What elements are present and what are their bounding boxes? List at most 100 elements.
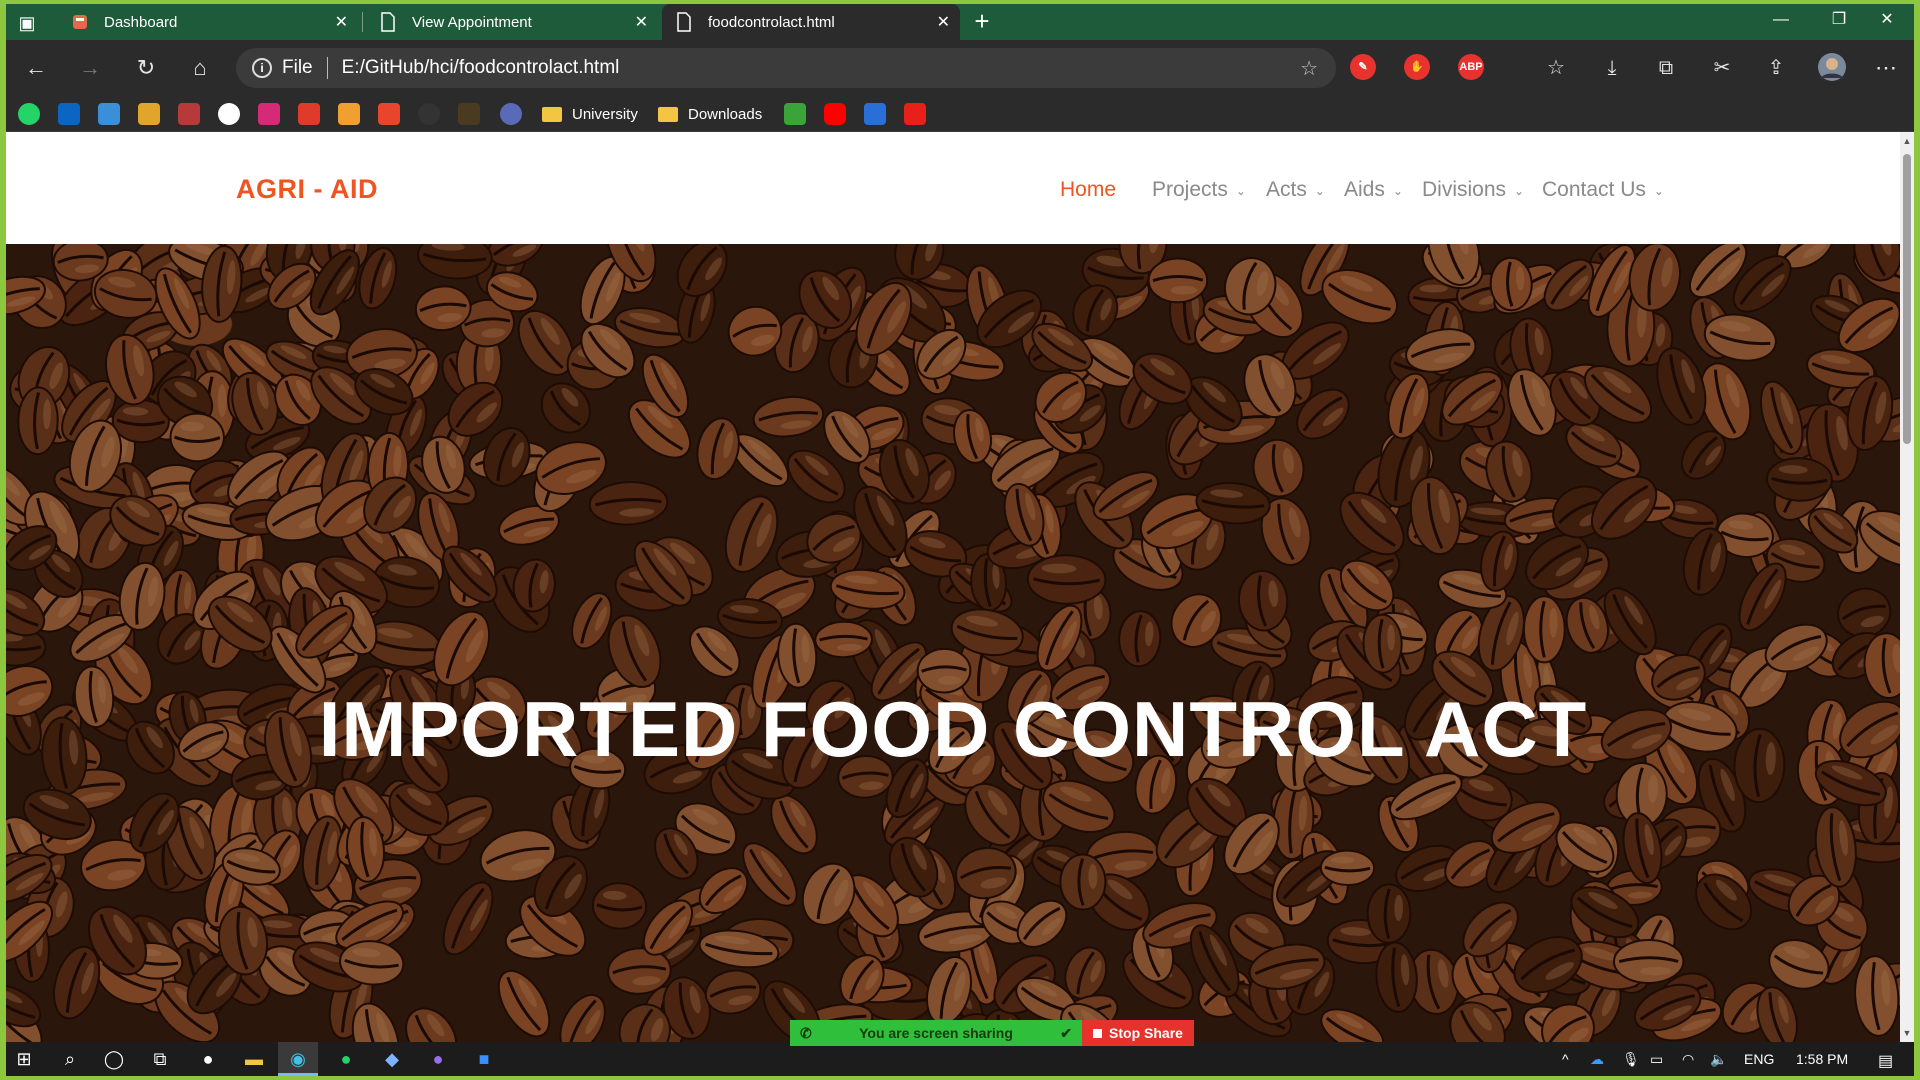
stop-share-button[interactable]: Stop Share — [1082, 1020, 1194, 1046]
info-icon[interactable]: i — [252, 58, 272, 78]
extension-hand-icon[interactable]: ✋ — [1404, 54, 1430, 80]
address-bar[interactable]: i File E:/GitHub/hci/foodcontrolact.html… — [236, 48, 1336, 88]
address-scheme: File — [282, 57, 313, 78]
bookmark-logo-icon[interactable] — [178, 103, 200, 125]
tray-chevron-icon[interactable]: ^ — [1562, 1051, 1569, 1067]
screen-share-status: ✆ You are screen sharing ✔ — [790, 1020, 1082, 1046]
stop-share-label: Stop Share — [1109, 1025, 1183, 1041]
battery-icon[interactable]: ▭ — [1650, 1051, 1663, 1068]
favorites-icon[interactable]: ☆ — [1540, 52, 1572, 84]
instagram-icon[interactable] — [258, 103, 280, 125]
browser-toolbar: ← → ↻ ⌂ i File E:/GitHub/hci/foodcontrol… — [6, 40, 1914, 96]
web-capture-icon[interactable]: ✂ — [1706, 52, 1738, 84]
video-icon[interactable] — [98, 103, 120, 125]
bookmark-label: Downloads — [688, 105, 763, 123]
tab-foodcontrolact[interactable]: foodcontrolact.html ✕ — [662, 4, 960, 40]
tab-strip: ▣ Dashboard ✕ View Appointment ✕ foodcon… — [6, 4, 1914, 40]
language-indicator[interactable]: ENG — [1744, 1051, 1774, 1067]
chevron-down-icon: ⌄ — [1514, 184, 1525, 198]
restore-button[interactable]: ❐ — [1816, 4, 1862, 36]
close-tab-icon[interactable]: ✕ — [335, 12, 348, 32]
bookmark-f-icon[interactable] — [784, 103, 806, 125]
github-desktop-icon[interactable]: ● — [426, 1047, 450, 1071]
github-icon[interactable] — [218, 103, 240, 125]
windows-start-icon[interactable]: ⊞ — [12, 1047, 36, 1071]
add-favorite-icon[interactable]: ☆ — [1300, 56, 1318, 81]
clock[interactable]: 1:58 PM — [1796, 1051, 1848, 1067]
edge-icon[interactable]: ◉ — [286, 1047, 310, 1071]
page-scrollbar[interactable]: ▲ ▼ — [1900, 132, 1914, 1042]
scroll-thumb[interactable] — [1903, 154, 1911, 444]
nav-home[interactable]: Home — [1060, 178, 1116, 202]
bookmark-d-icon[interactable] — [338, 103, 360, 125]
extension-red-icon[interactable]: ✎ — [1350, 54, 1376, 80]
close-tab-icon[interactable]: ✕ — [937, 12, 950, 32]
nav-aids[interactable]: Aids ⌄ — [1344, 178, 1403, 202]
home-button[interactable]: ⌂ — [184, 52, 216, 84]
chevron-down-icon: ⌄ — [1235, 184, 1246, 198]
chevron-down-icon: ⌄ — [1392, 184, 1403, 198]
downloads-icon[interactable]: ⤓ — [1596, 52, 1628, 84]
task-view-icon[interactable]: ⧉ — [148, 1047, 172, 1071]
adblock-plus-icon[interactable]: ABP — [1458, 54, 1484, 80]
web-page: AGRI - AID Home Projects ⌄ Acts ⌄ Aids ⌄ Di… — [6, 132, 1900, 1042]
bookmark-folder-university[interactable]: University — [542, 102, 638, 126]
file-explorer-icon[interactable]: ▬ — [242, 1047, 266, 1071]
screen-share-bar: ✆ You are screen sharing ✔ Stop Share — [790, 1020, 1194, 1046]
3d-app-icon[interactable]: ◆ — [380, 1047, 404, 1071]
search-icon[interactable]: ⌕ — [58, 1047, 82, 1071]
bookmark-x-icon[interactable] — [864, 103, 886, 125]
nav-projects[interactable]: Projects ⌄ — [1152, 178, 1246, 202]
shield-favicon-icon — [70, 12, 90, 32]
coffee-beans-image — [6, 244, 1900, 1042]
hero-banner: IMPORTED FOOD CONTROL ACT — [6, 244, 1900, 1042]
forward-button[interactable]: → — [74, 52, 106, 84]
minimize-button[interactable]: — — [1758, 4, 1804, 36]
collections-icon[interactable]: ⧉ — [1650, 52, 1682, 84]
huawei-icon[interactable] — [298, 103, 320, 125]
whatsapp-icon[interactable] — [18, 103, 40, 125]
back-button[interactable]: ← — [20, 52, 52, 84]
app-icon[interactable]: ● — [196, 1047, 220, 1071]
volume-icon[interactable]: 🔈 — [1710, 1051, 1727, 1068]
tab-view-appointment[interactable]: View Appointment ✕ — [366, 4, 658, 40]
tab-actions-icon[interactable]: ▣ — [14, 10, 40, 36]
tab-dashboard[interactable]: Dashboard ✕ — [58, 4, 358, 40]
nav-label: Contact Us — [1542, 178, 1646, 201]
close-window-button[interactable]: ✕ — [1864, 4, 1910, 36]
site-logo[interactable]: AGRI - AID — [236, 174, 378, 205]
youtube-icon[interactable] — [824, 103, 846, 125]
more-menu-icon[interactable]: ⋯ — [1870, 52, 1902, 84]
wifi-icon[interactable]: ◠ — [1682, 1051, 1694, 1068]
tab-label: Dashboard — [104, 13, 178, 31]
notifications-icon[interactable]: ▤ — [1878, 1051, 1893, 1071]
zoom-icon[interactable]: ■ — [472, 1047, 496, 1071]
refresh-button[interactable]: ↻ — [130, 52, 162, 84]
address-url[interactable]: E:/GitHub/hci/foodcontrolact.html — [342, 57, 620, 79]
whatsapp-taskbar-icon[interactable]: ● — [334, 1047, 358, 1071]
new-tab-button[interactable]: + — [968, 8, 996, 36]
tab-divider — [362, 12, 363, 32]
nav-acts[interactable]: Acts ⌄ — [1266, 178, 1325, 202]
profile-avatar[interactable] — [1816, 52, 1848, 84]
page-icon — [674, 12, 694, 32]
cortana-icon[interactable]: ◯ — [102, 1047, 126, 1071]
nav-divisions[interactable]: Divisions ⌄ — [1422, 178, 1524, 202]
nav-contact-us[interactable]: Contact Us ⌄ — [1542, 178, 1664, 202]
scroll-down-icon[interactable]: ▼ — [1902, 1028, 1912, 1038]
onedrive-icon[interactable]: ☁ — [1590, 1051, 1604, 1068]
pocket-icon[interactable] — [378, 103, 400, 125]
nav-label: Projects — [1152, 178, 1228, 201]
bookmark-dark-icon[interactable] — [418, 103, 440, 125]
bdc-icon[interactable] — [458, 103, 480, 125]
bookmark-folder-downloads[interactable]: Downloads — [658, 102, 762, 126]
bookmark-globe-icon[interactable] — [500, 103, 522, 125]
microphone-icon[interactable]: 🎙 — [1622, 1051, 1640, 1068]
share-icon[interactable]: ⇪ — [1760, 52, 1792, 84]
bookmark-app-icon[interactable] — [138, 103, 160, 125]
scroll-up-icon[interactable]: ▲ — [1902, 136, 1912, 146]
linkedin-icon[interactable] — [58, 103, 80, 125]
close-tab-icon[interactable]: ✕ — [635, 12, 648, 32]
adobe-icon[interactable] — [904, 103, 926, 125]
stop-icon — [1093, 1028, 1103, 1038]
